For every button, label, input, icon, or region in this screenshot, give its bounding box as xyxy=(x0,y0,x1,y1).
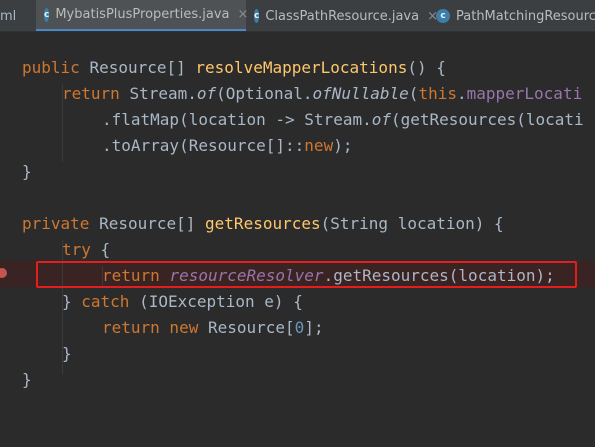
code-line-5: } xyxy=(22,162,32,181)
code-line-3: .flatMap(location -> Stream.of(getResour… xyxy=(102,110,584,129)
code-line-12: } xyxy=(62,344,72,363)
code-line-4: .toArray(Resource[]::new); xyxy=(102,136,353,155)
editor-tab-bar: ml c MybatisPlusProperties.java × c Clas… xyxy=(0,0,595,32)
java-class-icon: c xyxy=(44,7,50,22)
code-line-7: private Resource[] getResources(String l… xyxy=(22,214,504,233)
tab-label: ml xyxy=(0,8,17,24)
java-class-icon: c xyxy=(436,9,450,23)
code-line-1: public Resource[] resolveMapperLocations… xyxy=(22,58,446,77)
code-line-2: return Stream.of(Optional.ofNullable(thi… xyxy=(62,84,583,103)
tab-label: PathMatchingResourceP xyxy=(456,8,595,24)
close-icon[interactable]: × xyxy=(238,7,249,22)
tab-path-matching-resource[interactable]: c PathMatchingResourceP xyxy=(432,0,595,31)
tab-class-path-resource[interactable]: c ClassPathResource.java × xyxy=(250,0,438,31)
code-line-13: } xyxy=(22,370,32,389)
tab-mybatis-plus-properties[interactable]: c MybatisPlusProperties.java × xyxy=(36,0,249,31)
highlight-annotation-box xyxy=(36,261,577,288)
java-class-icon: c xyxy=(254,9,260,23)
tab-label: MybatisPlusProperties.java xyxy=(55,7,230,22)
tab-xml[interactable]: ml xyxy=(0,0,34,31)
code-line-10: } catch (IOException e) { xyxy=(62,292,303,311)
code-line-8: try { xyxy=(62,240,111,259)
tab-label: ClassPathResource.java xyxy=(265,8,420,24)
code-line-11: return new Resource[0]; xyxy=(102,318,324,337)
code-editor[interactable]: public Resource[] resolveMapperLocations… xyxy=(0,32,595,447)
